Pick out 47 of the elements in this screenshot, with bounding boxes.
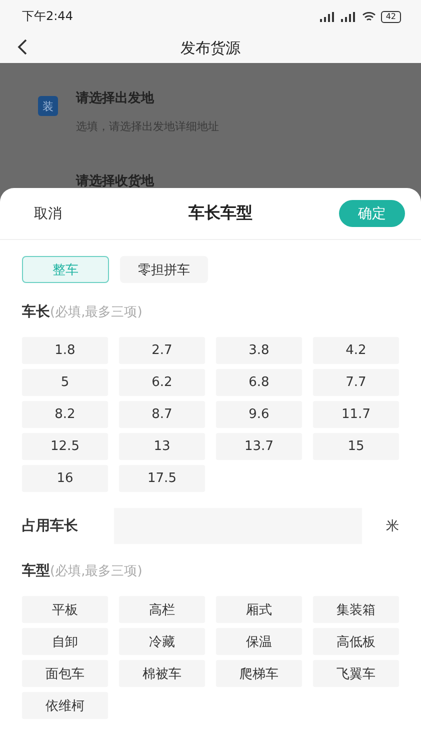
length-option[interactable]: 5 [22, 369, 108, 396]
vehicle-type-option[interactable]: 高低板 [313, 628, 399, 655]
vehicle-type-option[interactable]: 爬梯车 [216, 660, 302, 687]
status-time: 下午2:44 [22, 8, 73, 25]
section-heading: 车型(必填,最多三项) [22, 562, 144, 580]
vehicle-type-option[interactable]: 飞翼车 [313, 660, 399, 687]
length-option[interactable]: 13 [119, 433, 205, 460]
length-option[interactable]: 3.8 [216, 337, 302, 364]
vehicle-type-option[interactable]: 厢式 [216, 596, 302, 623]
unit-label: 米 [386, 518, 399, 535]
vehicle-type-option[interactable]: 高栏 [119, 596, 205, 623]
length-option[interactable]: 6.8 [216, 369, 302, 396]
sheet-title: 车长车型 [188, 203, 252, 224]
loading-badge: 装 [38, 96, 58, 116]
length-option[interactable]: 17.5 [119, 465, 205, 492]
vehicle-type-option[interactable]: 自卸 [22, 628, 108, 655]
vehicle-type-option[interactable]: 面包车 [22, 660, 108, 687]
origin-label: 请选择出发地 [76, 90, 156, 107]
vehicle-type-option[interactable]: 冷藏 [119, 628, 205, 655]
vehicle-type-option[interactable]: 保温 [216, 628, 302, 655]
vehicle-type-option[interactable]: 集装箱 [313, 596, 399, 623]
length-option[interactable]: 2.7 [119, 337, 205, 364]
destination-label: 请选择收货地 [76, 173, 156, 190]
length-option[interactable]: 11.7 [313, 401, 399, 428]
length-option[interactable]: 12.5 [22, 433, 108, 460]
length-option[interactable]: 7.7 [313, 369, 399, 396]
occupied-length-label: 占用车长 [22, 517, 79, 535]
vehicle-type-option[interactable]: 平板 [22, 596, 108, 623]
vehicle-type-option[interactable]: 棉被车 [119, 660, 205, 687]
vehicle-type-option[interactable]: 依维柯 [22, 692, 108, 719]
wifi-icon [362, 11, 376, 22]
length-option[interactable]: 15 [313, 433, 399, 460]
cancel-button[interactable]: 取消 [34, 204, 62, 222]
length-option[interactable]: 8.7 [119, 401, 205, 428]
length-option[interactable]: 4.2 [313, 337, 399, 364]
length-option[interactable]: 8.2 [22, 401, 108, 428]
length-option[interactable]: 16 [22, 465, 108, 492]
battery-indicator: 42 [380, 10, 401, 22]
page-title: 发布货源 [180, 38, 240, 58]
length-option[interactable]: 13.7 [216, 433, 302, 460]
length-option[interactable]: 1.8 [22, 337, 108, 364]
cellular-signal-icon [340, 12, 357, 22]
section-heading: 车长(必填,最多三项) [22, 303, 144, 321]
mode-tab[interactable]: 零担拼车 [120, 256, 208, 283]
length-option[interactable]: 6.2 [119, 369, 205, 396]
cellular-signal-icon [320, 12, 336, 22]
length-option[interactable]: 9.6 [216, 401, 302, 428]
